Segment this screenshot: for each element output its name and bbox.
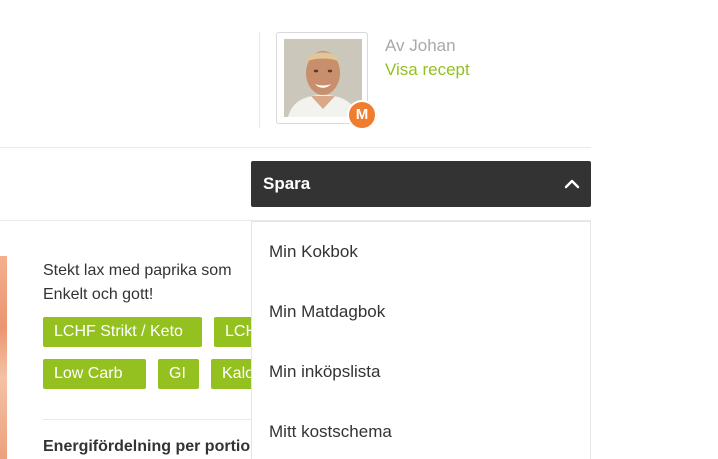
chevron-up-icon [564,179,580,189]
author-name: Av Johan [385,36,456,55]
recipe-image [0,256,7,459]
recipe-description: Stekt lax med paprika som Enkelt och got… [43,262,232,303]
menu-item-min-kokbok[interactable]: Min Kokbok [252,222,590,282]
section-divider [43,419,263,420]
save-button[interactable]: Spara [251,161,591,207]
menu-item-min-inkopslista[interactable]: Min inköpslista [252,342,590,402]
view-recipes-link[interactable]: Visa recept [385,60,470,80]
author-divider [259,32,260,128]
tag-lchf-strikt-keto[interactable]: LCHF Strikt / Keto [43,317,202,347]
tag-gi[interactable]: GI [158,359,199,389]
header-divider [0,147,591,148]
member-badge: M [347,100,377,130]
tag-low-carb[interactable]: Low Carb [43,359,146,389]
menu-item-mitt-kostschema[interactable]: Mitt kostschema [252,402,590,459]
recipe-page: M Av Johan Visa recept Stekt lax med pap… [0,0,718,459]
menu-item-min-matdagbok[interactable]: Min Matdagbok [252,282,590,342]
save-menu: Min Kokbok Min Matdagbok Min inköpslista… [251,221,591,459]
energy-heading: Energifördelning per portion [43,438,260,455]
save-button-label: Spara [263,174,311,193]
